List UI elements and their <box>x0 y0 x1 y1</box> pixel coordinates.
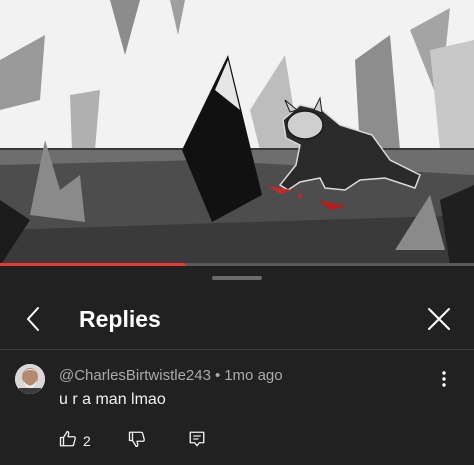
video-player[interactable] <box>0 0 474 266</box>
replies-header: Replies <box>0 292 474 348</box>
comment-meta: @CharlesBirtwistle243 • 1mo ago <box>59 367 283 384</box>
close-icon <box>427 307 451 336</box>
dislike-button[interactable] <box>128 430 146 452</box>
comment-author[interactable]: @CharlesBirtwistle243 <box>59 367 211 384</box>
comment-item: @CharlesBirtwistle243 • 1mo ago u r a man … <box>0 350 474 465</box>
comment-time: 1mo ago <box>224 367 283 384</box>
reply-button[interactable] <box>188 430 206 452</box>
thumbs-down-icon <box>128 430 146 453</box>
avatar[interactable] <box>15 364 45 394</box>
video-frame <box>0 0 474 266</box>
more-options-button[interactable] <box>434 370 454 392</box>
more-vertical-icon <box>442 370 446 392</box>
chevron-left-icon <box>25 306 41 337</box>
reply-icon <box>188 430 206 453</box>
replies-sheet: Replies @CharlesBirtwistle243•1mo ago <box>0 266 474 465</box>
thumbs-up-icon <box>59 430 77 453</box>
like-button[interactable]: 2 <box>59 430 91 452</box>
back-button[interactable] <box>16 304 50 338</box>
comment-text: u r a man lmao <box>59 391 166 408</box>
like-count: 2 <box>83 433 91 449</box>
drag-handle[interactable] <box>212 276 262 280</box>
meta-separator: • <box>214 367 221 384</box>
comment-actions: 2 <box>59 430 359 454</box>
close-button[interactable] <box>422 304 456 338</box>
page-title: Replies <box>79 306 161 332</box>
